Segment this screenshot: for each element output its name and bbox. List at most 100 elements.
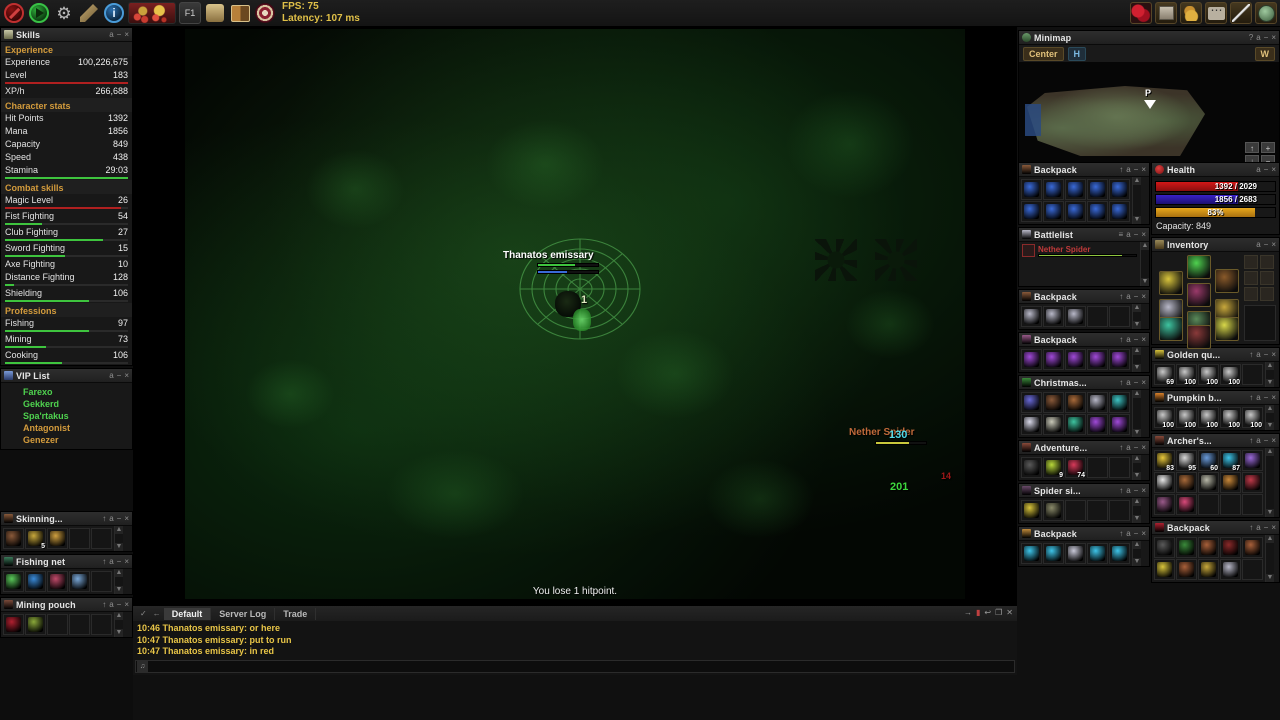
quiver-container-2-slot[interactable] [1242,494,1263,515]
scroll-up-icon[interactable]: ▲ [1266,535,1274,543]
chat-control-icon[interactable]: ❐ [995,608,1002,617]
right-container-2-header[interactable]: Backpack ↑ a − × [1019,333,1149,347]
equipment-slot-amulet[interactable] [1159,271,1183,295]
equipment-slot-ring[interactable] [1159,317,1183,341]
left-container-2-button-2[interactable]: − [117,600,122,609]
vip-close-button[interactable]: × [124,371,129,380]
quiver-container-2-button-2[interactable]: − [1264,436,1269,445]
equipment-slot-boots[interactable] [1187,325,1211,349]
shield-button[interactable] [1255,2,1277,24]
right-container-0-slot[interactable] [1043,201,1064,222]
right-container-0-slot[interactable] [1109,179,1130,200]
quiver-container-2-header[interactable]: Archer's... ↑ a − × [1152,434,1279,448]
scroll-down-icon[interactable]: ▼ [115,543,123,551]
scroll-button[interactable] [204,2,226,24]
minimap-center-button[interactable]: Center [1023,46,1064,61]
quiver-container-2-slot[interactable]: 95 [1176,450,1197,472]
vip-member[interactable]: Antagonist [1,422,132,434]
chat-control-icon[interactable]: ↩ [984,608,991,617]
right-container-6-slot[interactable] [1021,543,1042,564]
right-container-2-button-1[interactable]: a [1126,335,1130,344]
right-container-2-button-2[interactable]: − [1134,335,1139,344]
quiver-container-2-slot[interactable] [1220,494,1241,515]
right-container-5-button-3[interactable]: × [1141,486,1146,495]
right-container-3-header[interactable]: Christmas... ↑ a − × [1019,376,1149,390]
right-container-4-slot[interactable] [1109,457,1130,478]
quiver-container-3-slot[interactable] [1220,559,1241,580]
chat-emoji-button[interactable]: ♫ [137,661,148,672]
quiver-container-1-scrollbar[interactable]: ▲ ▼ [1265,405,1274,430]
quiver-container-1-header[interactable]: Pumpkin b... ↑ a − × [1152,391,1279,405]
right-container-1-scrollbar[interactable]: ▲ ▼ [1132,304,1141,329]
right-container-0-button-2[interactable]: − [1134,165,1139,174]
quiver-container-3-slot[interactable] [1198,559,1219,580]
quiver-container-3-slot[interactable] [1220,537,1241,558]
vip-minimize-button[interactable]: − [117,371,122,380]
right-container-2-button-0[interactable]: ↑ [1119,335,1123,344]
right-container-4-grid[interactable]: 9 74 [1019,455,1132,480]
right-container-6-button-2[interactable]: − [1134,529,1139,538]
right-container-1-slot[interactable] [1109,306,1130,327]
chat-control-icon[interactable]: ✕ [1006,608,1013,617]
left-container-1-grid[interactable] [1,569,114,594]
right-container-0-button-1[interactable]: a [1126,165,1130,174]
right-container-1-button-3[interactable]: × [1141,292,1146,301]
equipment-grid[interactable] [1155,255,1241,349]
quiver-container-2-slot[interactable] [1220,472,1241,493]
inventory-anchor-button[interactable]: a [1256,240,1260,249]
right-container-5-button-0[interactable]: ↑ [1119,486,1123,495]
left-container-1-slot[interactable] [91,571,112,592]
left-container-0-slot[interactable] [91,528,112,549]
right-container-4-button-0[interactable]: ↑ [1119,443,1123,452]
right-container-0-button-0[interactable]: ↑ [1119,165,1123,174]
right-container-1-button-0[interactable]: ↑ [1119,292,1123,301]
right-container-3-slot[interactable] [1087,392,1108,413]
quiver-container-2-slot[interactable]: 87 [1220,450,1241,472]
right-container-4-slot[interactable] [1087,457,1108,478]
right-container-3-slot[interactable] [1021,392,1042,413]
game-viewport[interactable]: Thanatos emissary 1 Nether Spider 130 20… [133,27,1017,605]
skills-close-button[interactable]: × [124,30,129,39]
quiver-container-1-button-2[interactable]: − [1264,393,1269,402]
quiver-container-2-slot[interactable] [1176,472,1197,493]
quiver-container-3-button-0[interactable]: ↑ [1249,523,1253,532]
minimap-anchor-button[interactable]: a [1256,33,1260,42]
quiver-container-2-slot[interactable]: 83 [1154,450,1175,472]
right-container-5-slot[interactable] [1043,500,1064,521]
quiver-container-3-button-2[interactable]: − [1264,523,1269,532]
left-container-2-button-0[interactable]: ↑ [102,600,106,609]
scroll-down-icon[interactable]: ▼ [1266,509,1274,517]
right-container-1-slot[interactable] [1043,306,1064,327]
scroll-up-icon[interactable]: ▲ [115,526,123,534]
left-container-1-slot[interactable] [69,571,90,592]
vip-anchor-button[interactable]: a [109,371,113,380]
right-container-5-slot[interactable] [1065,500,1086,521]
minimap-close-button[interactable]: × [1271,33,1276,42]
left-container-0-button-1[interactable]: a [109,514,113,523]
left-container-0-grid[interactable]: 5 [1,526,114,551]
game-world[interactable]: Thanatos emissary 1 Nether Spider 130 20… [185,29,965,599]
chat-tab[interactable]: Server Log [211,607,276,620]
minimap-up-button[interactable]: ↑ [1245,142,1259,153]
equipment-slot-armor[interactable] [1187,283,1211,307]
right-container-5-button-2[interactable]: − [1134,486,1139,495]
quiver-container-0-slot[interactable]: 100 [1176,364,1197,386]
quiver-container-0-button-0[interactable]: ↑ [1249,350,1253,359]
chat-tab[interactable]: Default [163,607,212,620]
left-container-1-slot[interactable] [25,571,46,592]
scroll-up-icon[interactable]: ▲ [1133,304,1141,312]
right-container-0-slot[interactable] [1043,179,1064,200]
battlelist-scrollbar[interactable]: ▲ ▼ [1140,242,1149,286]
shield-icon[interactable] [1244,287,1258,301]
right-container-3-button-2[interactable]: − [1134,378,1139,387]
scroll-down-icon[interactable]: ▼ [1133,515,1141,523]
battlelist-button-0[interactable]: ≡ [1119,230,1124,239]
right-container-3-slot[interactable] [1065,392,1086,413]
quiver-container-1-slot[interactable]: 100 [1242,407,1263,429]
right-container-0-grid[interactable] [1019,177,1132,224]
scroll-up-icon[interactable]: ▲ [1133,541,1141,549]
hand-icon[interactable] [1260,255,1274,269]
minimap-help-button[interactable]: ? [1249,33,1253,42]
right-container-2-button-3[interactable]: × [1141,335,1146,344]
quiver-container-3-header[interactable]: Backpack ↑ a − × [1152,521,1279,535]
